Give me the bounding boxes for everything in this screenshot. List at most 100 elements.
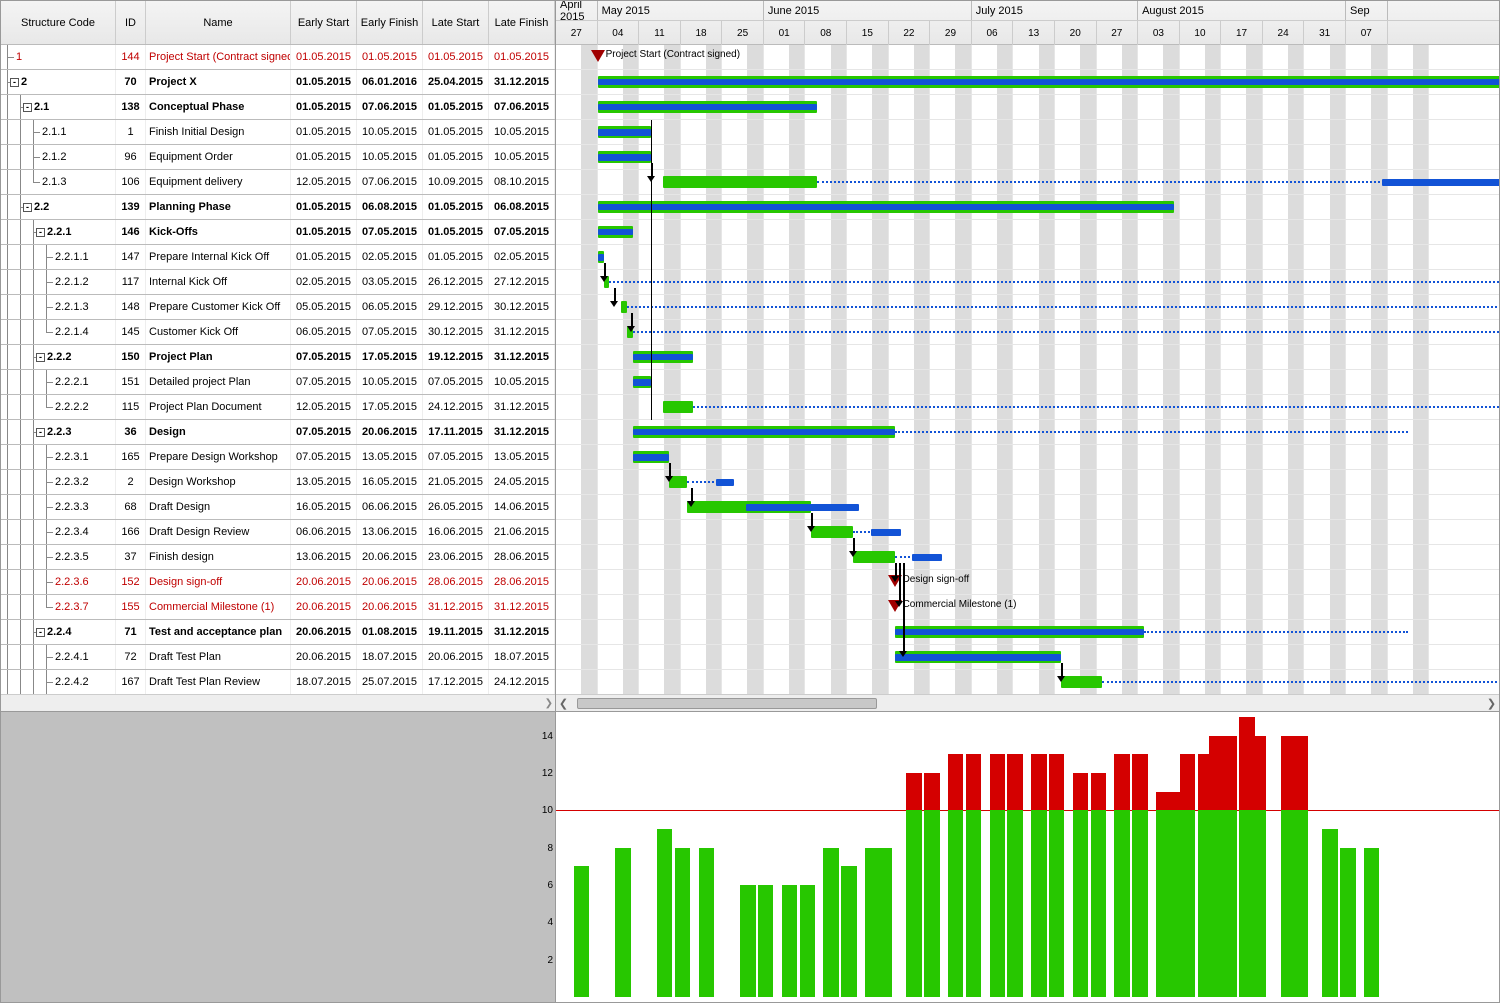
gantt-row[interactable] bbox=[556, 620, 1499, 645]
gantt-row[interactable] bbox=[556, 495, 1499, 520]
hist-bar-green[interactable] bbox=[782, 885, 797, 997]
col-name[interactable]: Name bbox=[146, 1, 291, 44]
hist-bar-green[interactable] bbox=[906, 810, 921, 997]
task-row[interactable]: 2.2.4.2167Draft Test Plan Review18.07.20… bbox=[1, 670, 555, 694]
col-ef[interactable]: Early Finish bbox=[357, 1, 423, 44]
scroll-left-icon[interactable]: ❮ bbox=[556, 697, 571, 710]
gantt-row[interactable] bbox=[556, 295, 1499, 320]
task-row[interactable]: -2.2.336Design07.05.201520.06.201517.11.… bbox=[1, 420, 555, 445]
tree-toggle-icon[interactable]: - bbox=[36, 353, 45, 362]
gantt-row[interactable] bbox=[556, 170, 1499, 195]
tree-toggle-icon[interactable]: - bbox=[10, 78, 19, 87]
gantt-row[interactable] bbox=[556, 645, 1499, 670]
hist-bar-green[interactable] bbox=[1322, 829, 1337, 997]
late-bar[interactable] bbox=[895, 654, 1061, 661]
early-bar[interactable] bbox=[1061, 676, 1103, 688]
hist-bar-green[interactable] bbox=[615, 848, 630, 997]
hist-bar-red[interactable] bbox=[1031, 754, 1046, 810]
hist-bar-green[interactable] bbox=[924, 810, 939, 997]
gantt-row[interactable] bbox=[556, 545, 1499, 570]
task-row[interactable]: 2.1.296Equipment Order01.05.201510.05.20… bbox=[1, 145, 555, 170]
gantt-body[interactable]: Project Start (Contract signed)Design si… bbox=[556, 45, 1499, 694]
hist-bar-green[interactable] bbox=[1031, 810, 1046, 997]
gantt-row[interactable] bbox=[556, 345, 1499, 370]
col-id[interactable]: ID bbox=[116, 1, 146, 44]
hist-bar-green[interactable] bbox=[1007, 810, 1022, 997]
task-row[interactable]: 2.2.2.2115Project Plan Document12.05.201… bbox=[1, 395, 555, 420]
task-row[interactable]: 2.1.11Finish Initial Design01.05.201510.… bbox=[1, 120, 555, 145]
hist-bar-red[interactable] bbox=[1073, 773, 1088, 810]
hist-bar-red[interactable] bbox=[1221, 736, 1236, 811]
hist-bar-green[interactable] bbox=[966, 810, 981, 997]
late-bar[interactable] bbox=[598, 154, 651, 161]
hist-bar-green[interactable] bbox=[657, 829, 672, 997]
task-row[interactable]: -2.2139Planning Phase01.05.201506.08.201… bbox=[1, 195, 555, 220]
hist-bar-green[interactable] bbox=[877, 848, 892, 997]
hist-bar-red[interactable] bbox=[906, 773, 921, 810]
gantt-row[interactable] bbox=[556, 195, 1499, 220]
hist-bar-green[interactable] bbox=[1073, 810, 1088, 997]
task-row[interactable]: 2.2.3.22Design Workshop13.05.201516.05.2… bbox=[1, 470, 555, 495]
histogram-chart[interactable]: 2468101214 bbox=[556, 712, 1499, 1002]
late-bar[interactable] bbox=[633, 379, 651, 386]
gantt-row[interactable]: Project Start (Contract signed) bbox=[556, 45, 1499, 70]
task-row[interactable]: 1144Project Start (Contract signed)01.05… bbox=[1, 45, 555, 70]
hist-bar-green[interactable] bbox=[1132, 810, 1147, 997]
hist-bar-green[interactable] bbox=[1114, 810, 1129, 997]
hist-bar-green[interactable] bbox=[1340, 848, 1355, 997]
hist-bar-green[interactable] bbox=[675, 848, 690, 997]
gantt-row[interactable] bbox=[556, 395, 1499, 420]
task-row[interactable]: -2.2.1146Kick-Offs01.05.201507.05.201501… bbox=[1, 220, 555, 245]
task-row[interactable]: 2.2.3.6152Design sign-off20.06.201520.06… bbox=[1, 570, 555, 595]
task-row[interactable]: -2.2.2150Project Plan07.05.201517.05.201… bbox=[1, 345, 555, 370]
hist-bar-green[interactable] bbox=[948, 810, 963, 997]
hist-bar-green[interactable] bbox=[990, 810, 1005, 997]
col-ls[interactable]: Late Start bbox=[423, 1, 489, 44]
left-scrollbar[interactable]: ❯ bbox=[1, 694, 555, 711]
hist-bar-green[interactable] bbox=[1180, 810, 1195, 997]
hist-bar-green[interactable] bbox=[823, 848, 838, 997]
late-bar[interactable] bbox=[598, 254, 604, 261]
task-row[interactable]: 2.2.4.172Draft Test Plan20.06.201518.07.… bbox=[1, 645, 555, 670]
hist-bar-red[interactable] bbox=[1251, 736, 1266, 811]
task-row[interactable]: -2.2.471Test and acceptance plan20.06.20… bbox=[1, 620, 555, 645]
hist-bar-red[interactable] bbox=[1114, 754, 1129, 810]
early-bar[interactable] bbox=[811, 526, 853, 538]
gantt-row[interactable]: Commercial Milestone (1) bbox=[556, 595, 1499, 620]
gantt-row[interactable] bbox=[556, 70, 1499, 95]
gantt-row[interactable] bbox=[556, 420, 1499, 445]
hist-bar-red[interactable] bbox=[990, 754, 1005, 810]
gantt-row[interactable] bbox=[556, 145, 1499, 170]
hist-bar-green[interactable] bbox=[740, 885, 755, 997]
hist-bar-green[interactable] bbox=[699, 848, 714, 997]
task-row[interactable]: 2.2.3.368Draft Design16.05.201506.06.201… bbox=[1, 495, 555, 520]
late-bar[interactable] bbox=[633, 454, 669, 461]
late-bar[interactable] bbox=[598, 129, 651, 136]
hist-bar-green[interactable] bbox=[1293, 810, 1308, 997]
gantt-row[interactable] bbox=[556, 470, 1499, 495]
hist-bar-green[interactable] bbox=[1251, 810, 1266, 997]
task-row[interactable]: 2.2.1.1147Prepare Internal Kick Off01.05… bbox=[1, 245, 555, 270]
hist-bar-red[interactable] bbox=[1132, 754, 1147, 810]
gantt-row[interactable] bbox=[556, 520, 1499, 545]
col-lf[interactable]: Late Finish bbox=[489, 1, 555, 44]
scroll-thumb[interactable] bbox=[577, 698, 877, 709]
hist-bar-red[interactable] bbox=[1049, 754, 1064, 810]
hist-bar-red[interactable] bbox=[966, 754, 981, 810]
task-table-body[interactable]: 1144Project Start (Contract signed)01.05… bbox=[1, 45, 555, 694]
task-row[interactable]: 2.2.3.537Finish design13.06.201520.06.20… bbox=[1, 545, 555, 570]
tree-toggle-icon[interactable]: - bbox=[23, 103, 32, 112]
hist-bar-red[interactable] bbox=[1007, 754, 1022, 810]
tree-toggle-icon[interactable]: - bbox=[36, 228, 45, 237]
hist-bar-green[interactable] bbox=[800, 885, 815, 997]
hist-bar-red[interactable] bbox=[1091, 773, 1106, 810]
gantt-row[interactable] bbox=[556, 270, 1499, 295]
task-row[interactable]: 2.2.3.4166Draft Design Review06.06.20151… bbox=[1, 520, 555, 545]
early-bar[interactable] bbox=[853, 551, 895, 563]
tree-toggle-icon[interactable]: - bbox=[36, 628, 45, 637]
hist-bar-green[interactable] bbox=[574, 866, 589, 997]
task-row[interactable]: 2.2.1.4145Customer Kick Off06.05.201507.… bbox=[1, 320, 555, 345]
task-row[interactable]: -2.1138Conceptual Phase01.05.201507.06.2… bbox=[1, 95, 555, 120]
milestone-icon[interactable] bbox=[591, 50, 605, 62]
hist-bar-red[interactable] bbox=[924, 773, 939, 810]
